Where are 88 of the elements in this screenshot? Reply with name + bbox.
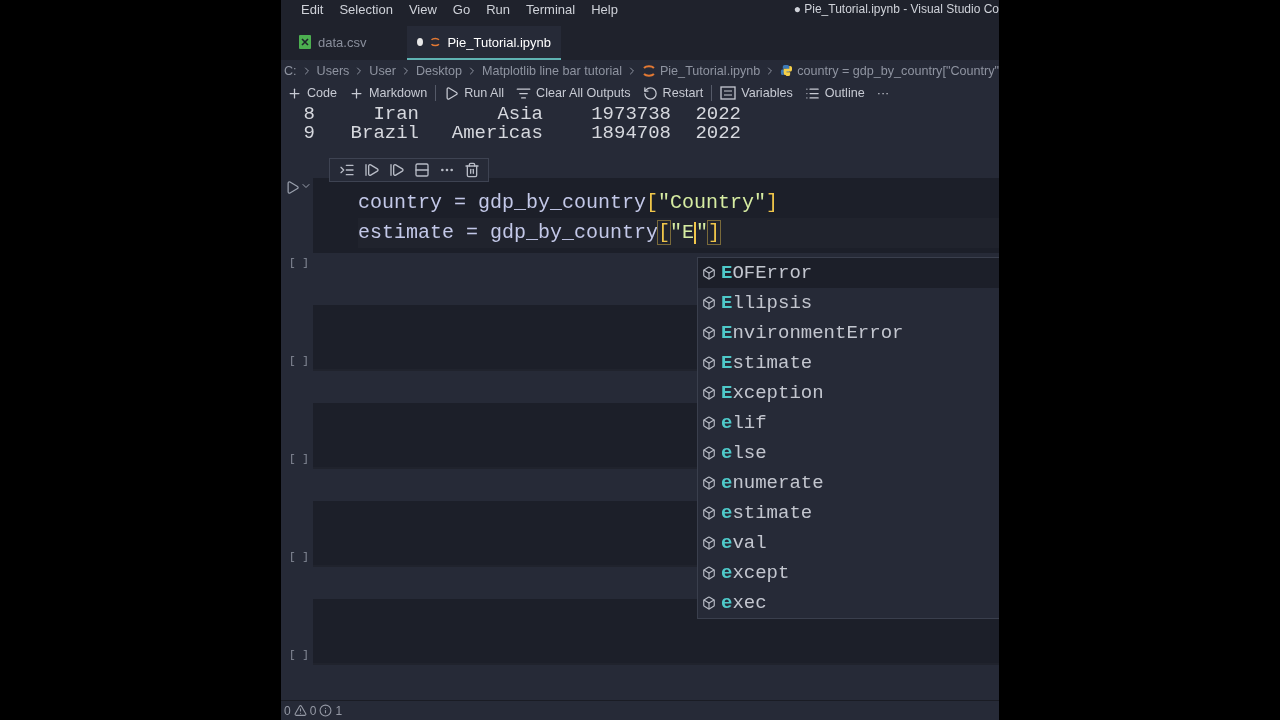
execution-count: [ ] bbox=[289, 649, 309, 661]
cube-icon bbox=[702, 416, 716, 430]
breadcrumb-item[interactable]: Desktop bbox=[415, 63, 463, 78]
cube-icon bbox=[702, 536, 716, 550]
execute-below-icon[interactable] bbox=[388, 162, 405, 178]
breadcrumb-item[interactable]: Matplotlib line bar tutorial bbox=[482, 63, 623, 78]
output-cell-text: Brazil bbox=[349, 124, 419, 143]
text-cursor bbox=[694, 221, 697, 244]
outline-icon bbox=[804, 85, 820, 101]
toolbar-button[interactable]: Markdown bbox=[343, 85, 434, 101]
breadcrumb-item[interactable]: country = gdp_by_country["Country" bbox=[797, 63, 999, 78]
run-icon bbox=[444, 85, 460, 101]
suggestion-item[interactable]: elif bbox=[698, 408, 999, 438]
notebook-icon bbox=[642, 63, 656, 78]
output-cell-text: Asia bbox=[496, 105, 543, 124]
warning-count[interactable]: 0 bbox=[309, 703, 317, 718]
cube-icon bbox=[702, 446, 716, 460]
error-count[interactable]: 0 bbox=[284, 703, 291, 718]
cube-icon bbox=[702, 356, 716, 370]
breadcrumb-item[interactable]: User bbox=[369, 63, 396, 78]
breadcrumb-item[interactable]: Users bbox=[316, 63, 350, 78]
suggestion-item[interactable]: except bbox=[698, 558, 999, 588]
suggestion-item[interactable]: else bbox=[698, 438, 999, 468]
toolbar-button[interactable]: Clear All Outputs bbox=[510, 85, 637, 101]
window-title: ● Pie_Tutorial.ipynb - Visual Studio Co bbox=[793, 2, 999, 16]
output-cell-text: 9 bbox=[302, 124, 315, 143]
run-by-line-icon[interactable] bbox=[338, 162, 355, 178]
clear-icon bbox=[516, 85, 532, 101]
execution-count: [ ] bbox=[289, 453, 309, 465]
suggestion-item[interactable]: estimate bbox=[698, 498, 999, 528]
cube-icon bbox=[702, 566, 716, 580]
breadcrumb-item[interactable]: Pie_Tutorial.ipynb bbox=[659, 63, 761, 78]
menu-item[interactable]: Terminal bbox=[518, 1, 584, 17]
plus-icon bbox=[349, 85, 365, 101]
menu-item[interactable]: View bbox=[400, 1, 445, 17]
variables-icon bbox=[720, 86, 737, 100]
editor-tab[interactable]: data.csv bbox=[289, 26, 407, 60]
cube-icon bbox=[702, 296, 716, 310]
execution-count: [ ] bbox=[289, 355, 309, 367]
menu-item[interactable]: Edit bbox=[281, 1, 332, 17]
toolbar-button[interactable]: Code bbox=[281, 85, 344, 101]
output-cell-text: 1973738 bbox=[590, 105, 671, 124]
split-cell-icon[interactable] bbox=[413, 162, 430, 178]
suggestion-item[interactable]: EOFError bbox=[698, 258, 999, 288]
info-icon bbox=[319, 704, 333, 717]
cube-icon bbox=[702, 326, 716, 340]
suggestion-item[interactable]: EnvironmentError bbox=[698, 318, 999, 348]
warning-icon bbox=[293, 704, 307, 717]
plus-icon bbox=[287, 85, 302, 101]
execution-count: [ ] bbox=[289, 257, 309, 269]
menu-item[interactable]: Help bbox=[583, 1, 626, 17]
spreadsheet-icon bbox=[299, 35, 311, 49]
editor-tab[interactable]: Pie_Tutorial.ipynb bbox=[407, 26, 561, 60]
delete-icon[interactable] bbox=[463, 162, 480, 178]
output-cell-text: 2022 bbox=[694, 124, 741, 143]
code-line: country = gdp_by_country["Country"] bbox=[358, 190, 780, 216]
menu-item[interactable]: Selection bbox=[331, 1, 401, 17]
cube-icon bbox=[702, 476, 716, 490]
execution-count: [ ] bbox=[289, 551, 309, 563]
cube-icon bbox=[702, 596, 716, 610]
more-button[interactable]: ··· bbox=[870, 86, 896, 100]
output-cell-text: 8 bbox=[302, 105, 315, 124]
suggestion-item[interactable]: Estimate bbox=[698, 348, 999, 378]
info-count[interactable]: 1 bbox=[335, 703, 343, 718]
suggestion-item[interactable]: exec bbox=[698, 588, 999, 618]
toolbar-button[interactable]: Restart bbox=[636, 85, 710, 101]
restart-icon bbox=[642, 85, 658, 101]
execute-above-icon[interactable] bbox=[363, 162, 380, 178]
suggestion-item[interactable]: enumerate bbox=[698, 468, 999, 498]
suggestion-item[interactable]: Ellipsis bbox=[698, 288, 999, 318]
toolbar-button[interactable]: Run All bbox=[438, 85, 511, 101]
output-cell-text: 1894708 bbox=[590, 124, 671, 143]
menu-item[interactable]: Run bbox=[478, 1, 519, 17]
suggestion-item[interactable]: Exception bbox=[698, 378, 999, 408]
notebook-icon bbox=[429, 35, 441, 49]
output-cell-text: Iran bbox=[372, 105, 419, 124]
run-icon[interactable] bbox=[285, 180, 300, 195]
suggestion-item[interactable]: eval bbox=[698, 528, 999, 558]
toolbar-button[interactable]: Variables bbox=[714, 86, 799, 100]
cube-icon bbox=[702, 506, 716, 520]
python-icon bbox=[780, 64, 794, 77]
output-cell-text: 2022 bbox=[694, 105, 741, 124]
breadcrumb-item[interactable]: C: bbox=[284, 63, 297, 78]
toolbar-button[interactable]: Outline bbox=[798, 85, 871, 101]
menu-item[interactable]: Go bbox=[444, 1, 479, 17]
output-cell-text: Americas bbox=[450, 124, 543, 143]
cube-icon bbox=[702, 386, 716, 400]
cube-icon bbox=[702, 266, 716, 280]
